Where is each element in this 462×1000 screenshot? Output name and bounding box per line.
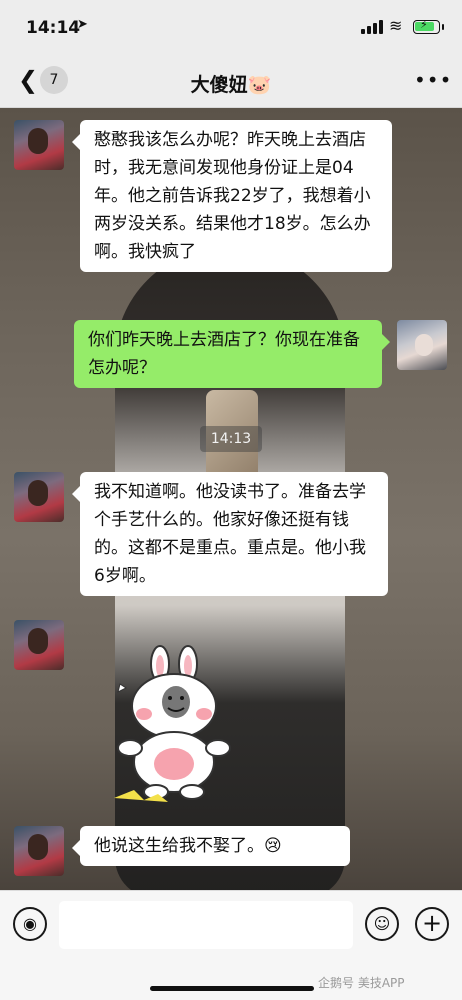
chevron-left-icon[interactable]: ❮: [18, 68, 38, 92]
message-input[interactable]: [59, 901, 353, 949]
message-bubble-received[interactable]: 憨憨我该怎么办呢？昨天晚上去酒店时，我无意间发现他身份证上是04年。他之前告诉我…: [72, 120, 392, 272]
message-bubble-received[interactable]: 我不知道啊。他没读书了。准备去学个手艺什么的。他家好像还挺有钱的。这都不是重点。…: [72, 472, 388, 596]
watermark: 企鹅号 美技APP: [318, 976, 405, 990]
message-bubble-received[interactable]: 他说这生给我不娶了。😢: [72, 826, 350, 866]
message-bubble-sent[interactable]: 你们昨天晚上去酒店了？你现在准备怎办呢？: [74, 320, 390, 388]
avatar-contact[interactable]: [14, 826, 64, 876]
message-timestamp: 14:13: [200, 426, 262, 452]
chat-area[interactable]: 憨憨我该怎么办呢？昨天晚上去酒店时，我无意间发现他身份证上是04年。他之前告诉我…: [0, 108, 462, 890]
more-dots-icon[interactable]: •••: [414, 68, 452, 92]
avatar-contact[interactable]: [14, 620, 64, 670]
unread-count-badge[interactable]: 7: [40, 66, 68, 94]
status-bar: 14:14 ➤ ≋ ⚡: [0, 0, 462, 56]
plus-icon[interactable]: +: [415, 907, 449, 941]
emoji-icon[interactable]: ☺: [365, 907, 399, 941]
rabbit-sticker-icon[interactable]: [104, 644, 240, 804]
location-arrow-icon: ➤: [77, 17, 88, 32]
home-indicator[interactable]: [150, 986, 314, 991]
avatar-contact[interactable]: [14, 120, 64, 170]
battery-icon: ⚡: [413, 18, 444, 34]
avatar-self[interactable]: [397, 320, 447, 370]
chat-title: 大傻妞🐷: [190, 74, 272, 96]
status-time: 14:14: [26, 18, 81, 38]
charging-icon: ⚡: [420, 18, 428, 31]
avatar-contact[interactable]: [14, 472, 64, 522]
voice-icon[interactable]: ◉: [13, 907, 47, 941]
signal-icon: [361, 20, 383, 34]
wifi-icon: ≋: [389, 16, 403, 35]
chat-header: ❮ 7 大傻妞🐷 •••: [0, 56, 462, 108]
